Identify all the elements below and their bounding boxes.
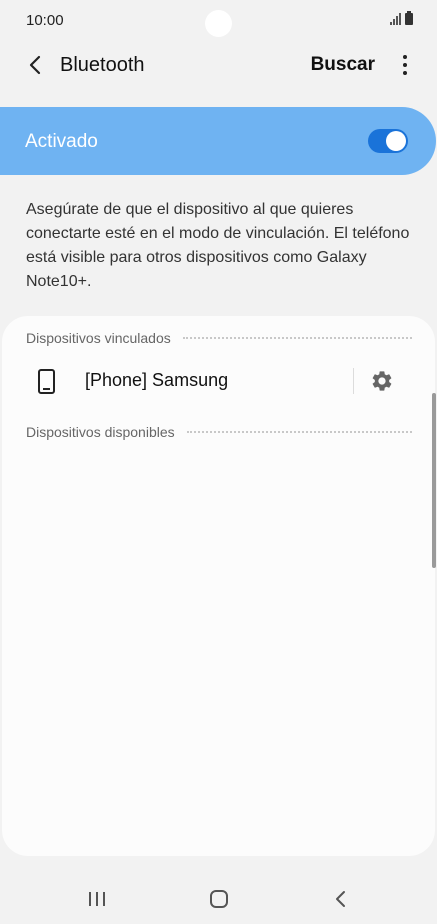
page-title: Bluetooth — [60, 54, 145, 76]
nav-back-button[interactable] — [326, 886, 356, 912]
paired-device-row[interactable]: [Phone] Samsung — [2, 356, 435, 406]
paired-devices-title: Dispositivos vinculados — [26, 330, 171, 346]
back-arrow-icon — [29, 55, 41, 75]
bluetooth-toggle[interactable] — [368, 129, 408, 153]
signal-icon — [390, 13, 401, 25]
camera-cutout — [205, 10, 232, 37]
scan-button[interactable]: Buscar — [311, 54, 375, 76]
row-divider — [353, 368, 354, 394]
device-settings-button[interactable] — [368, 367, 396, 395]
section-divider — [182, 337, 412, 339]
status-icons — [390, 11, 413, 25]
back-icon — [336, 891, 345, 907]
recent-apps-icon — [89, 892, 105, 906]
device-name: [Phone] Samsung — [85, 370, 229, 390]
status-bar: 10:00 — [0, 0, 437, 42]
paired-devices-header: Dispositivos vinculados — [26, 330, 412, 346]
navigation-bar — [0, 874, 437, 924]
app-bar: Bluetooth Buscar — [0, 44, 437, 88]
back-button[interactable] — [20, 50, 50, 80]
available-devices-header: Dispositivos disponibles — [26, 424, 412, 440]
available-devices-title: Dispositivos disponibles — [26, 424, 175, 440]
status-time: 10:00 — [26, 12, 64, 29]
section-divider — [186, 431, 412, 433]
gear-icon — [372, 371, 392, 391]
smartphone-icon — [38, 369, 55, 394]
battery-icon — [405, 11, 413, 25]
more-options-icon — [403, 55, 407, 59]
more-options-button[interactable] — [395, 52, 415, 78]
device-list-panel: Dispositivos vinculados [Phone] Samsung … — [2, 316, 435, 856]
home-button[interactable] — [204, 886, 234, 912]
scrollbar[interactable] — [432, 393, 436, 568]
visibility-info-text: Asegúrate de que el dispositivo al que q… — [26, 201, 410, 290]
toggle-knob — [386, 131, 406, 151]
bluetooth-master-switch[interactable]: Activado — [0, 107, 436, 175]
master-switch-label: Activado — [25, 131, 98, 152]
home-icon — [210, 890, 228, 908]
recent-apps-button[interactable] — [82, 886, 112, 912]
